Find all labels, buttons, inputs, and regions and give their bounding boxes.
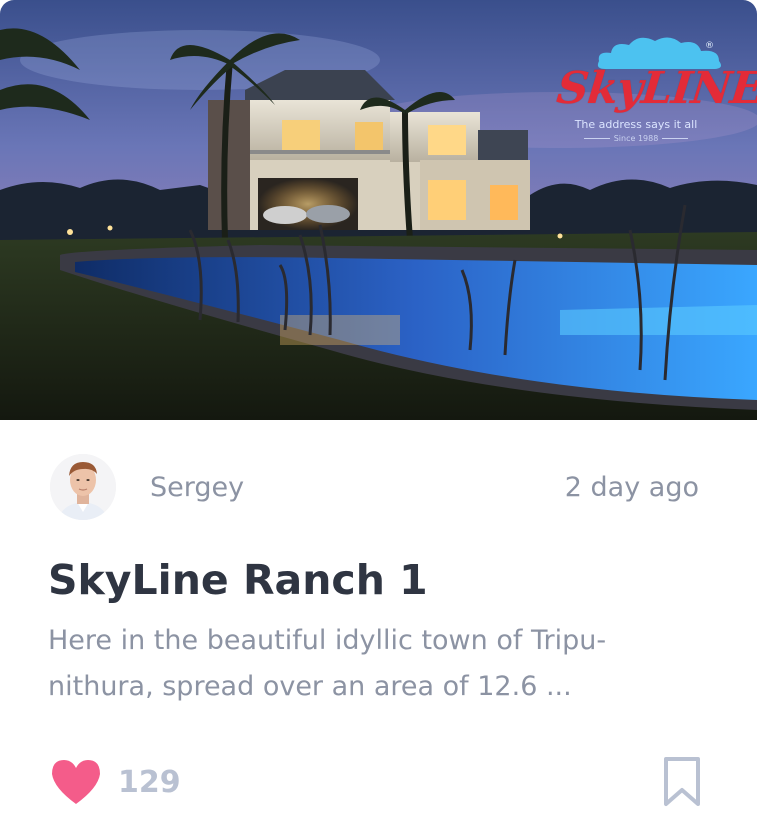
- registered-mark: ®: [705, 41, 714, 51]
- avatar[interactable]: [50, 454, 116, 520]
- hero-image[interactable]: ® SkyLINE The address says it all Since …: [0, 0, 757, 420]
- logo-wordmark: SkyLINE: [554, 63, 757, 114]
- bookmark-icon: [664, 757, 700, 806]
- post-description: Here in the beautiful idyllic town of Tr…: [48, 625, 607, 702]
- logo-tagline: The address says it all: [574, 118, 698, 131]
- author-name[interactable]: Sergey: [150, 470, 244, 506]
- heart-icon: [52, 760, 100, 804]
- bookmark-button[interactable]: [662, 756, 702, 808]
- post-card[interactable]: ® SkyLINE The address says it all Since …: [0, 0, 757, 825]
- like-count: 129: [118, 765, 181, 800]
- skyline-logo: ® SkyLINE The address says it all Since …: [554, 33, 757, 148]
- like-button[interactable]: [50, 758, 102, 806]
- post-time: 2 day ago: [564, 472, 699, 503]
- logo-since: Since 1988: [571, 134, 701, 143]
- post-title[interactable]: SkyLine Ranch 1: [48, 553, 428, 607]
- avatar-image: [50, 454, 116, 520]
